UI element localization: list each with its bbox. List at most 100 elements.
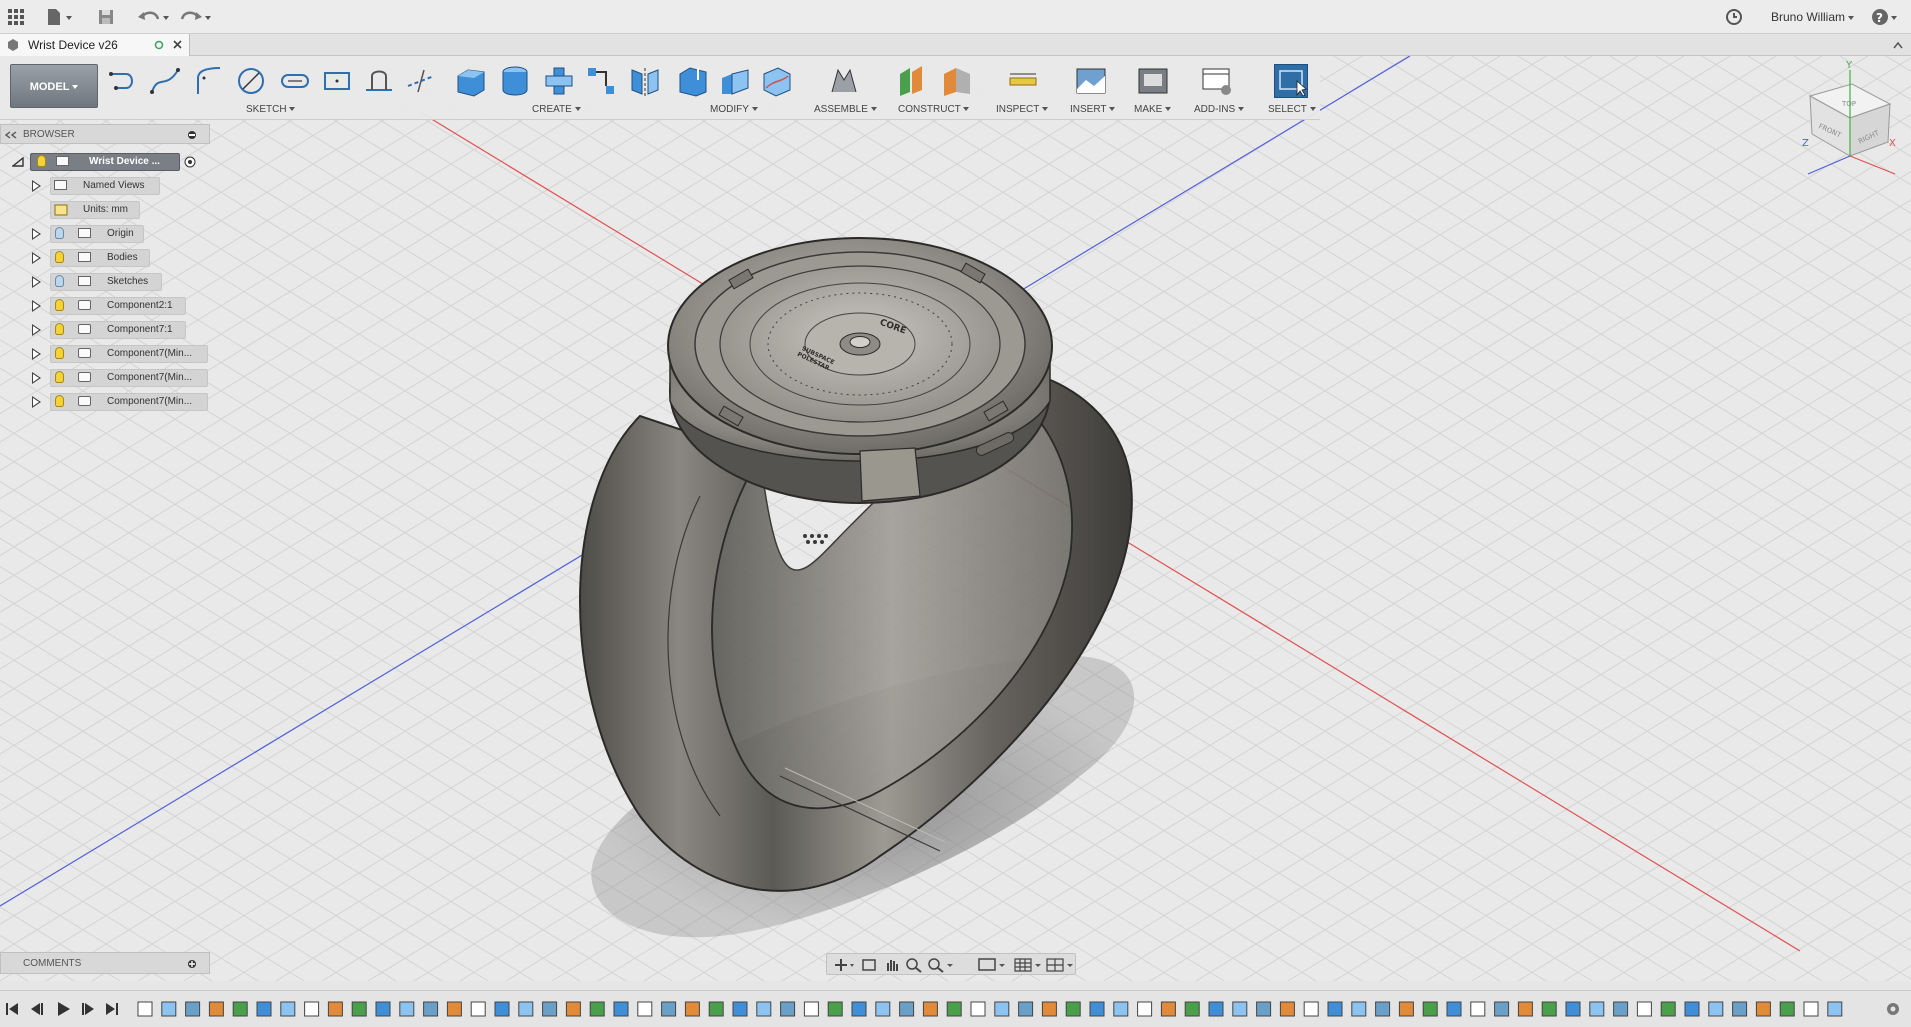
timeline-feature-marker[interactable] <box>137 1001 153 1017</box>
timeline-feature-marker[interactable] <box>899 1001 915 1017</box>
revolve-tool-button[interactable] <box>498 64 532 98</box>
timeline-feature-marker[interactable] <box>1041 1001 1057 1017</box>
file-menu-icon[interactable] <box>46 7 76 27</box>
fillet-tool-button[interactable] <box>718 64 752 98</box>
timeline-feature-marker[interactable] <box>542 1001 558 1017</box>
visibility-bulb-icon[interactable] <box>55 227 64 239</box>
fillet-sketch-tool-button[interactable] <box>190 64 224 98</box>
zoom-icon[interactable] <box>905 957 923 973</box>
timeline-feature-marker[interactable] <box>446 1001 462 1017</box>
timeline-feature-marker[interactable] <box>684 1001 700 1017</box>
timeline-playback-controls[interactable] <box>4 999 124 1019</box>
expand-arrow-icon[interactable] <box>32 372 41 384</box>
construct-group-menu[interactable]: CONSTRUCT <box>898 104 970 115</box>
help-icon[interactable]: ? <box>1870 7 1900 27</box>
timeline-feature-marker[interactable] <box>1660 1001 1676 1017</box>
job-status-clock-icon[interactable] <box>1724 7 1744 27</box>
tree-item-sketches[interactable]: Sketches <box>0 272 210 292</box>
expand-arrow-icon[interactable] <box>32 300 41 312</box>
tree-item-component7-min-a[interactable]: Component7(Min... <box>0 344 210 364</box>
expand-arrow-icon[interactable] <box>32 252 41 264</box>
timeline-feature-marker[interactable] <box>637 1001 653 1017</box>
timeline-feature-marker[interactable] <box>1636 1001 1652 1017</box>
timeline-feature-marker[interactable] <box>756 1001 772 1017</box>
sweep-tool-button[interactable] <box>542 64 576 98</box>
timeline-feature-marker[interactable] <box>708 1001 724 1017</box>
timeline-feature-marker[interactable] <box>399 1001 415 1017</box>
expand-arrow-icon[interactable] <box>32 348 41 360</box>
extrude-tool-button[interactable] <box>454 64 488 98</box>
visibility-bulb-icon[interactable] <box>55 323 64 335</box>
timeline-feature-marker[interactable] <box>375 1001 391 1017</box>
construction-line-tool-button[interactable] <box>404 64 438 98</box>
timeline-feature-marker[interactable] <box>1232 1001 1248 1017</box>
browser-header[interactable]: BROWSER <box>0 124 210 144</box>
timeline-feature-marker[interactable] <box>1422 1001 1438 1017</box>
timeline-feature-marker[interactable] <box>1541 1001 1557 1017</box>
timeline-feature-marker[interactable] <box>1732 1001 1748 1017</box>
timeline-feature-marker[interactable] <box>1137 1001 1153 1017</box>
spline-tool-button[interactable] <box>148 64 182 98</box>
timeline-feature-marker[interactable] <box>803 1001 819 1017</box>
select-tool-button[interactable] <box>1274 64 1308 98</box>
pan-hand-icon[interactable] <box>883 957 901 973</box>
undo-icon[interactable] <box>136 7 172 27</box>
modify-group-menu[interactable]: MODIFY <box>710 104 758 115</box>
comments-panel[interactable]: COMMENTS <box>0 952 210 974</box>
timeline-feature-marker[interactable] <box>589 1001 605 1017</box>
viewports-icon[interactable] <box>1045 957 1075 973</box>
loft-tool-button[interactable] <box>584 64 618 98</box>
timeline-feature-marker[interactable] <box>1470 1001 1486 1017</box>
tree-item-component2[interactable]: Component2:1 <box>0 296 210 316</box>
timeline-feature-marker[interactable] <box>565 1001 581 1017</box>
expand-arrow-icon[interactable] <box>32 180 41 192</box>
timeline-feature-marker[interactable] <box>1279 1001 1295 1017</box>
collapse-ribbon-icon[interactable] <box>1892 40 1904 50</box>
timeline-feature-marker[interactable] <box>1327 1001 1343 1017</box>
timeline-feature-marker[interactable] <box>351 1001 367 1017</box>
timeline-feature-marker[interactable] <box>1803 1001 1819 1017</box>
panel-options-icon[interactable] <box>187 130 197 140</box>
expand-arrow-icon[interactable] <box>32 228 41 240</box>
visibility-bulb-icon[interactable] <box>55 299 64 311</box>
timeline-feature-marker[interactable] <box>1375 1001 1391 1017</box>
addins-group-menu[interactable]: ADD-INS <box>1194 104 1244 115</box>
3d-print-tool-button[interactable] <box>1136 64 1170 98</box>
slot-tool-button[interactable] <box>278 64 312 98</box>
save-icon[interactable] <box>96 7 116 27</box>
timeline-feature-marker[interactable] <box>1684 1001 1700 1017</box>
timeline-settings-gear-icon[interactable] <box>1884 1000 1902 1018</box>
orbit-icon[interactable] <box>833 957 857 973</box>
plane-at-angle-tool-button[interactable] <box>940 64 974 98</box>
circle-tool-button[interactable] <box>234 64 268 98</box>
insert-image-tool-button[interactable] <box>1074 64 1108 98</box>
activate-component-icon[interactable] <box>184 156 196 168</box>
timeline-feature-marker[interactable] <box>1256 1001 1272 1017</box>
look-at-icon[interactable] <box>861 957 879 973</box>
document-tab[interactable]: Wrist Device v26 <box>0 34 190 56</box>
timeline-feature-marker[interactable] <box>518 1001 534 1017</box>
collapse-panel-icon[interactable] <box>5 131 17 139</box>
visibility-bulb-icon[interactable] <box>37 155 46 167</box>
timeline-feature-marker[interactable] <box>875 1001 891 1017</box>
add-comment-icon[interactable] <box>187 959 197 969</box>
redo-icon[interactable] <box>178 7 214 27</box>
timeline-feature-marker[interactable] <box>470 1001 486 1017</box>
press-pull-tool-button[interactable] <box>676 64 710 98</box>
viewport-canvas[interactable]: CORE SUBSPACE POLESTAR TOP FRONT RIGHT Y… <box>0 56 1911 981</box>
timeline-feature-marker[interactable] <box>613 1001 629 1017</box>
tree-item-component7-1[interactable]: Component7:1 <box>0 320 210 340</box>
grid-settings-icon[interactable] <box>1013 957 1043 973</box>
timeline-feature-marker[interactable] <box>1613 1001 1629 1017</box>
visibility-bulb-icon[interactable] <box>55 275 64 287</box>
expand-arrow-icon[interactable] <box>32 396 41 408</box>
timeline-feature-marker[interactable] <box>1065 1001 1081 1017</box>
timeline-feature-marker[interactable] <box>1708 1001 1724 1017</box>
timeline-feature-marker[interactable] <box>1755 1001 1771 1017</box>
timeline-feature-marker[interactable] <box>1089 1001 1105 1017</box>
timeline-feature-marker[interactable] <box>304 1001 320 1017</box>
expand-arrow-icon[interactable] <box>32 324 41 336</box>
timeline-feature-marker[interactable] <box>994 1001 1010 1017</box>
timeline-feature-marker[interactable] <box>1589 1001 1605 1017</box>
timeline-feature-marker[interactable] <box>1018 1001 1034 1017</box>
